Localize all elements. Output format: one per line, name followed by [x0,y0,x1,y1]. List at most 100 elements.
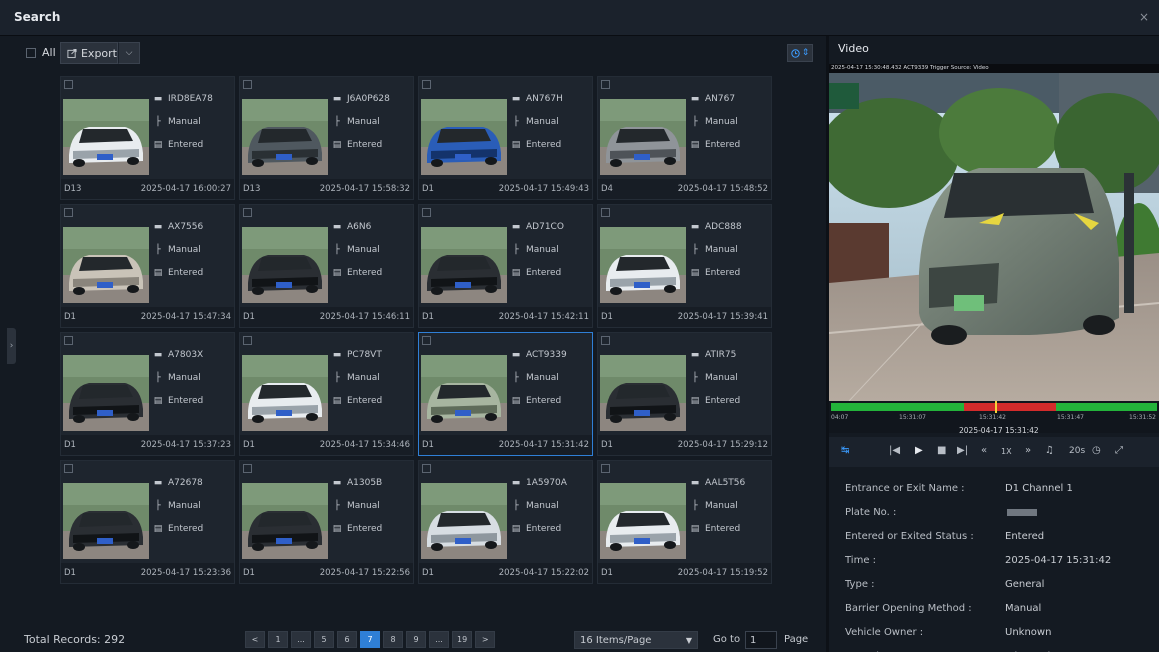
entry-status: Entered [168,139,204,150]
plate-icon: ▬ [511,477,521,488]
plate-icon: ▬ [690,477,700,488]
record-checkbox[interactable] [422,464,431,473]
export-label: Export [80,46,117,60]
opening-method: Manual [168,116,201,127]
record-checkbox[interactable] [64,336,73,345]
clock-icon [791,48,800,58]
record-card[interactable]: ▬ ATIR75 ├ Manual ▤ Entered D1 2025-04-17 1… [597,332,772,456]
barrier-icon: ├ [334,500,340,511]
page-button[interactable]: 1 [268,631,288,648]
slow-down-icon[interactable]: « [981,445,987,456]
vehicle-thumbnail [63,99,149,175]
playback-timeline[interactable]: 04:07 15:31:07 15:31:42 15:31:47 15:31:52 20… [829,401,1159,435]
stop-icon[interactable]: ■ [937,445,946,456]
record-checkbox[interactable] [64,464,73,473]
volume-icon[interactable]: ♫ [1045,445,1054,456]
export-button[interactable]: Export [60,42,118,64]
record-card[interactable]: ▬ ACT9339 ├ Manual ▤ Entered D1 2025-04-17 … [418,332,593,456]
record-meta: ▬ A7803X ├ Manual ▤ Entered [153,343,204,412]
record-card[interactable]: ▬ ADC888 ├ Manual ▤ Entered D1 2025-04-17 1… [597,204,772,328]
record-footer: D1 2025-04-17 15:34:46 [240,435,413,455]
record-checkbox[interactable] [601,336,610,345]
page-ellipsis: ... [429,631,449,648]
expand-sidebar-handle[interactable]: › [7,328,16,364]
record-meta: ▬ AN767 ├ Manual ▤ Entered [690,87,740,156]
timeline-tick-label: 15:31:42 [979,414,1006,421]
record-card[interactable]: ▬ J6A0P628 ├ Manual ▤ Entered D13 2025-04-1… [239,76,414,200]
record-meta: ▬ ADC888 ├ Manual ▤ Entered [690,215,742,284]
speed-up-icon[interactable]: » [1025,445,1031,456]
record-card[interactable]: ▬ AX7556 ├ Manual ▤ Entered D1 2025-04-17 1… [60,204,235,328]
export-dropdown-toggle[interactable]: ⌵ [118,42,140,64]
close-icon[interactable]: × [1139,10,1149,24]
record-footer: D1 2025-04-17 15:46:11 [240,307,413,327]
select-all-label: All [42,46,56,59]
timeline-cursor[interactable] [995,401,997,413]
record-time: 2025-04-17 15:37:23 [140,440,231,450]
record-card[interactable]: ▬ A7803X ├ Manual ▤ Entered D1 2025-04-17 1… [60,332,235,456]
record-checkbox[interactable] [243,336,252,345]
record-card[interactable]: ▬ AAL5T56 ├ Manual ▤ Entered D1 2025-04-17 … [597,460,772,584]
record-meta: ▬ A72678 ├ Manual ▤ Entered [153,471,203,540]
goto-page-input[interactable] [745,631,777,649]
record-card[interactable]: ▬ A6N6 ├ Manual ▤ Entered D1 2025-04-17 15:… [239,204,414,328]
next-page-button[interactable]: > [475,631,496,648]
channel-name: D4 [601,184,613,194]
fullscreen-icon[interactable]: ⤢ [1115,445,1123,456]
clip-duration[interactable]: 20s [1069,446,1085,456]
plate-number: ATIR75 [705,349,737,360]
back-to-list-icon[interactable]: ↹ [841,445,849,456]
video-player[interactable] [829,73,1159,401]
record-time: 2025-04-17 15:39:41 [677,312,768,322]
record-checkbox[interactable] [243,80,252,89]
skip-to-start-icon[interactable]: |◀ [889,445,900,456]
record-card[interactable]: ▬ AD71CO ├ Manual ▤ Entered D1 2025-04-17 1… [418,204,593,328]
opening-method: Manual [347,372,380,383]
entry-status: Entered [526,395,562,406]
vehicle-thumbnail [63,483,149,559]
opening-method: Manual [168,500,201,511]
record-checkbox[interactable] [422,208,431,217]
page-button[interactable]: 9 [406,631,426,648]
playback-speed[interactable]: 1X [1001,447,1012,456]
select-all-checkbox[interactable]: All [26,46,56,59]
record-footer: D1 2025-04-17 15:37:23 [61,435,234,455]
page-button[interactable]: 7 [360,631,380,648]
next-frame-icon[interactable]: ▶| [957,445,968,456]
timeline-event-segment [964,403,1056,411]
record-checkbox[interactable] [243,208,252,217]
record-checkbox[interactable] [243,464,252,473]
entry-status: Entered [168,267,204,278]
entry-icon: ▤ [153,395,163,406]
entry-status: Entered [705,523,741,534]
record-card[interactable]: ▬ PC78VT ├ Manual ▤ Entered D1 2025-04-17 1… [239,332,414,456]
record-checkbox[interactable] [64,208,73,217]
record-checkbox[interactable] [601,80,610,89]
playback-controls: ↹ |◀ ▶ ■ ▶| « 1X » ♫ 20s ◷ ⤢ [829,437,1159,467]
record-checkbox[interactable] [601,464,610,473]
record-checkbox[interactable] [422,336,431,345]
record-card[interactable]: ▬ A72678 ├ Manual ▤ Entered D1 2025-04-17 1… [60,460,235,584]
record-card[interactable]: ▬ IRD8EA78 ├ Manual ▤ Entered D13 2025-04-1… [60,76,235,200]
clock-icon[interactable]: ◷ [1092,445,1101,456]
record-card[interactable]: ▬ 1A5970A ├ Manual ▤ Entered D1 2025-04-17 … [418,460,593,584]
record-card[interactable]: ▬ AN767 ├ Manual ▤ Entered D4 2025-04-17 15… [597,76,772,200]
vehicle-thumbnail [600,227,686,303]
record-checkbox[interactable] [601,208,610,217]
sort-order-button[interactable]: ⇕ [787,44,813,62]
record-checkbox[interactable] [422,80,431,89]
plate-icon: ▬ [153,349,163,360]
entry-icon: ▤ [690,395,700,406]
record-time: 2025-04-17 15:19:52 [677,568,768,578]
record-card[interactable]: ▬ AN767H ├ Manual ▤ Entered D1 2025-04-17 1… [418,76,593,200]
page-button[interactable]: 8 [383,631,403,648]
play-icon[interactable]: ▶ [915,445,923,456]
page-button[interactable]: 6 [337,631,357,648]
entry-icon: ▤ [690,139,700,150]
items-per-page-select[interactable]: 16 Items/Page ▼ [574,631,698,649]
record-card[interactable]: ▬ A1305B ├ Manual ▤ Entered D1 2025-04-17 1… [239,460,414,584]
page-button[interactable]: 19 [452,631,473,648]
prev-page-button[interactable]: < [245,631,265,648]
record-checkbox[interactable] [64,80,73,89]
page-button[interactable]: 5 [314,631,334,648]
